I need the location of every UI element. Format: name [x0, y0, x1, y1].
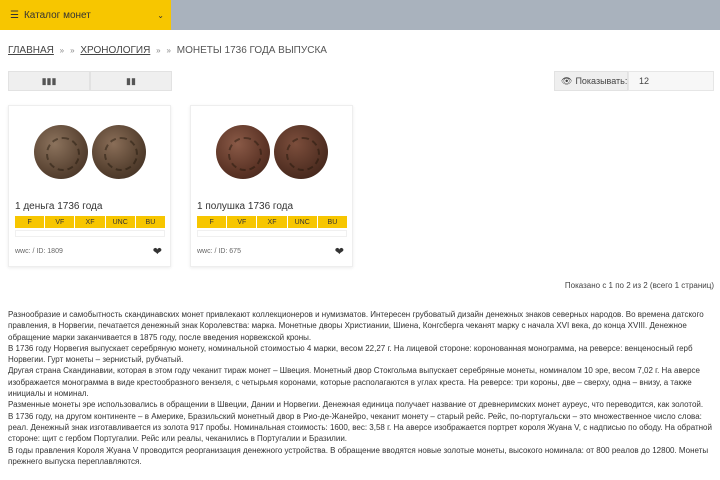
grade-label: VF: [227, 216, 258, 228]
grade-label: XF: [257, 216, 288, 228]
grid-view-icon: ▮▮▮: [41, 75, 57, 86]
coin-title[interactable]: 1 полушка 1736 года: [197, 201, 293, 212]
grade-label: VF: [45, 216, 76, 228]
breadcrumb-separator: »: [59, 46, 65, 55]
coin-reverse-image: [92, 125, 146, 179]
add-to-favorites-heart-icon[interactable]: ❤: [153, 245, 162, 258]
pagination-info: Показано с 1 по 2 из 2 (всего 1 страниц): [564, 281, 714, 290]
grade-label: UNC: [287, 216, 318, 228]
coin-obverse-image: [216, 125, 270, 179]
coin-card[interactable]: 1 деньга 1736 года F VF XF UNC BU wwc: /…: [8, 105, 171, 267]
description-paragraph: Разнообразие и самобытность скандинавски…: [8, 310, 704, 342]
grade-label: BU: [317, 216, 348, 228]
catalog-menu-button[interactable]: ☰ Каталог монет ⌄: [0, 0, 171, 30]
description-paragraph: В 1736 году, на другом континенте – в Ам…: [8, 411, 712, 444]
breadcrumb: ГЛАВНАЯ »» ХРОНОЛОГИЯ »» МОНЕТЫ 1736 ГОД…: [8, 45, 327, 56]
description-text: Разнообразие и самобытность скандинавски…: [8, 309, 714, 467]
per-page-label: 👁 Показывать:: [554, 71, 628, 91]
per-page-control: 👁 Показывать: 12: [554, 71, 714, 91]
list-view-button[interactable]: ▮▮: [90, 71, 172, 91]
description-paragraph: В 1736 году Норвегия выпускает серебряну…: [8, 343, 693, 365]
grade-bar: F VF XF UNC BU: [197, 216, 348, 228]
top-navigation-bar: ☰ Каталог монет ⌄: [0, 0, 720, 30]
coin-photo[interactable]: [197, 112, 347, 192]
coin-meta: wwc: / ID: 1809: [15, 248, 63, 255]
description-paragraph: В годы правления Короля Жуана V проводит…: [8, 445, 709, 466]
grade-label: F: [15, 216, 46, 228]
grid-view-button[interactable]: ▮▮▮: [8, 71, 90, 91]
breadcrumb-home-link[interactable]: ГЛАВНАЯ: [8, 45, 54, 56]
coin-reverse-image: [274, 125, 328, 179]
coin-title[interactable]: 1 деньга 1736 года: [15, 201, 102, 212]
breadcrumb-separator: »: [156, 46, 161, 55]
catalog-menu-label: Каталог монет: [23, 9, 91, 21]
grade-price-row: [197, 230, 347, 237]
breadcrumb-current: МОНЕТЫ 1736 ГОДА ВЫПУСКА: [176, 45, 327, 56]
view-toggle: ▮▮▮ ▮▮: [8, 71, 172, 91]
grade-label: F: [197, 216, 228, 228]
grade-label: BU: [135, 216, 166, 228]
eye-icon: 👁: [561, 75, 573, 86]
list-view-icon: ▮▮: [126, 75, 136, 86]
grade-label: XF: [75, 216, 106, 228]
chevron-down-icon: ⌄: [157, 10, 164, 20]
breadcrumb-chronology-link[interactable]: ХРОНОЛОГИЯ: [80, 45, 150, 56]
coin-card[interactable]: 1 полушка 1736 года F VF XF UNC BU wwc: …: [190, 105, 353, 267]
description-paragraph: Другая страна Скандинавии, которая в это…: [8, 366, 700, 399]
grade-bar: F VF XF UNC BU: [15, 216, 166, 228]
description-paragraph: Разменные монеты эре использовались в об…: [8, 400, 704, 410]
per-page-select[interactable]: 12: [628, 71, 714, 91]
coin-photo[interactable]: [15, 112, 165, 192]
grade-label: UNC: [105, 216, 136, 228]
coin-obverse-image: [34, 125, 88, 179]
grade-price-row: [15, 230, 165, 237]
coin-meta: wwc: / ID: 675: [197, 248, 241, 255]
hamburger-icon: ☰: [10, 9, 19, 21]
add-to-favorites-heart-icon[interactable]: ❤: [335, 245, 344, 258]
